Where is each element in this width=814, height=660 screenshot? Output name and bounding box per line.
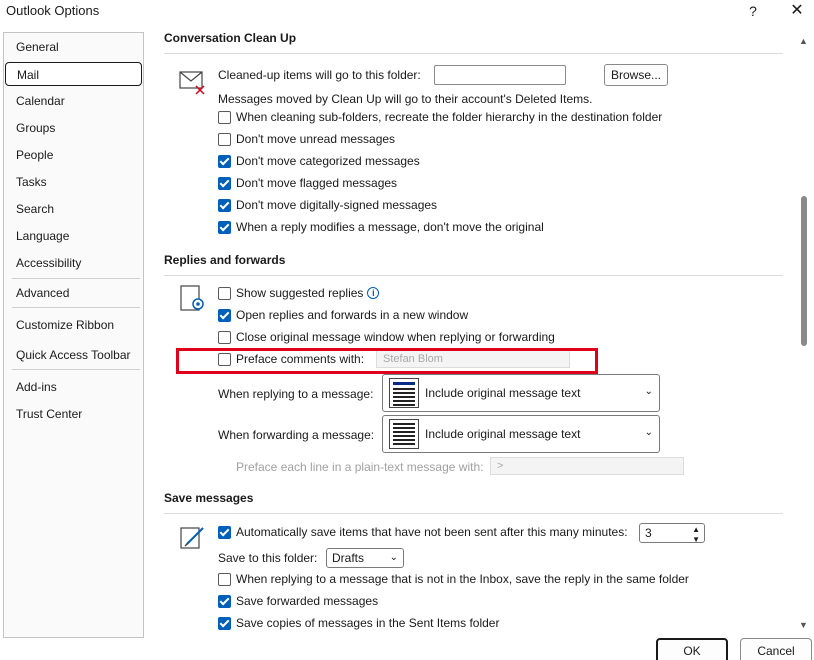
section-title-cleanup: Conversation Clean Up xyxy=(164,31,297,45)
checkbox[interactable] xyxy=(218,198,231,212)
checkbox[interactable] xyxy=(218,110,231,124)
sidebar-divider xyxy=(12,307,140,308)
save-folder-select[interactable]: Drafts ⌄ xyxy=(326,548,404,568)
sidebar: General Mail Calendar Groups People Task… xyxy=(3,32,144,638)
envelope-x-icon xyxy=(178,68,206,96)
checkbox[interactable] xyxy=(218,220,231,234)
option-autosave[interactable]: Automatically save items that have not b… xyxy=(218,523,628,541)
checkbox[interactable] xyxy=(218,572,231,586)
option-reply-same-folder[interactable]: When replying to a message that is not i… xyxy=(218,570,689,588)
vertical-scrollbar[interactable]: ▲ ▼ xyxy=(796,32,812,632)
option-flagged[interactable]: Don't move flagged messages xyxy=(218,174,397,192)
option-signed[interactable]: Don't move digitally-signed messages xyxy=(218,196,437,214)
sidebar-divider xyxy=(12,369,140,370)
document-icon xyxy=(389,378,419,408)
chevron-down-icon: ⌄ xyxy=(389,552,398,563)
section-divider xyxy=(164,275,783,276)
sidebar-item-add-ins[interactable]: Add-ins xyxy=(4,375,143,399)
plaintext-prefix-input[interactable]: > xyxy=(490,457,684,475)
sidebar-item-search[interactable]: Search xyxy=(4,197,143,221)
sidebar-item-customize-ribbon[interactable]: Customize Ribbon xyxy=(4,313,143,337)
save-folder-label: Save to this folder: xyxy=(218,551,318,565)
checkbox[interactable] xyxy=(218,308,231,322)
sidebar-item-tasks[interactable]: Tasks xyxy=(4,170,143,194)
sidebar-item-calendar[interactable]: Calendar xyxy=(4,89,143,113)
options-content: Conversation Clean Up Cleaned-up items w… xyxy=(146,22,796,638)
checkbox[interactable] xyxy=(218,616,231,630)
option-suggested-replies[interactable]: Show suggested replies i xyxy=(218,284,380,302)
checkbox[interactable] xyxy=(218,176,231,190)
option-recreate-hierarchy[interactable]: When cleaning sub-folders, recreate the … xyxy=(218,108,662,126)
section-divider xyxy=(164,53,783,54)
chevron-down-icon: ⌄ xyxy=(644,427,653,438)
sidebar-divider xyxy=(12,278,140,279)
scroll-down-icon[interactable]: ▼ xyxy=(799,620,808,630)
forwarding-value: Include original message text xyxy=(425,427,581,441)
chevron-down-icon[interactable]: ▼ xyxy=(692,531,700,549)
cleanup-folder-input[interactable] xyxy=(434,65,566,85)
forwarding-label: When forwarding a message: xyxy=(218,428,375,442)
sidebar-item-mail[interactable]: Mail xyxy=(5,62,142,86)
chevron-down-icon: ⌄ xyxy=(644,386,653,397)
checkbox[interactable] xyxy=(218,525,231,539)
ok-button[interactable]: OK xyxy=(656,638,728,660)
sidebar-item-general[interactable]: General xyxy=(4,35,143,59)
checkbox[interactable] xyxy=(218,594,231,608)
sidebar-item-accessibility[interactable]: Accessibility xyxy=(4,251,143,275)
checkbox[interactable] xyxy=(218,154,231,168)
scroll-up-icon[interactable]: ▲ xyxy=(799,36,808,46)
save-pencil-icon xyxy=(178,523,206,551)
option-reply-modifies[interactable]: When a reply modifies a message, don't m… xyxy=(218,218,544,236)
option-close-original[interactable]: Close original message window when reply… xyxy=(218,328,555,346)
sidebar-item-people[interactable]: People xyxy=(4,143,143,167)
cleanup-folder-label: Cleaned-up items will go to this folder: xyxy=(218,68,421,82)
scroll-thumb[interactable] xyxy=(801,196,807,346)
browse-button[interactable]: Browse... xyxy=(604,64,668,86)
sidebar-item-trust-center[interactable]: Trust Center xyxy=(4,402,143,426)
checkbox[interactable] xyxy=(218,286,231,300)
replying-label: When replying to a message: xyxy=(218,387,374,401)
window-title: Outlook Options xyxy=(6,3,100,18)
option-save-sent-copies[interactable]: Save copies of messages in the Sent Item… xyxy=(218,614,499,632)
cleanup-note: Messages moved by Clean Up will go to th… xyxy=(218,92,593,106)
document-icon xyxy=(389,419,419,449)
option-unread[interactable]: Don't move unread messages xyxy=(218,130,395,148)
sidebar-item-quick-access-toolbar[interactable]: Quick Access Toolbar xyxy=(4,343,143,367)
help-button[interactable]: ? xyxy=(744,1,762,21)
sidebar-item-groups[interactable]: Groups xyxy=(4,116,143,140)
replying-dropdown[interactable]: Include original message text ⌄ xyxy=(382,374,660,412)
autosave-minutes-spinner[interactable]: 3 ▲ ▼ xyxy=(639,523,705,544)
section-divider xyxy=(164,513,783,514)
reply-settings-icon xyxy=(178,284,206,312)
checkbox[interactable] xyxy=(218,132,231,146)
highlight-annotation xyxy=(176,348,598,374)
plaintext-prefix-label: Preface each line in a plain-text messag… xyxy=(236,460,484,474)
cancel-button[interactable]: Cancel xyxy=(740,638,812,660)
info-icon[interactable]: i xyxy=(367,287,380,299)
section-title-replies: Replies and forwards xyxy=(164,253,286,267)
replying-value: Include original message text xyxy=(425,386,581,400)
checkbox[interactable] xyxy=(218,330,231,344)
sidebar-item-advanced[interactable]: Advanced xyxy=(4,281,143,305)
sidebar-item-language[interactable]: Language xyxy=(4,224,143,248)
option-new-window[interactable]: Open replies and forwards in a new windo… xyxy=(218,306,468,324)
close-button[interactable]: ✕ xyxy=(786,0,808,22)
option-save-forwarded[interactable]: Save forwarded messages xyxy=(218,592,378,610)
section-title-save: Save messages xyxy=(164,491,254,505)
forwarding-dropdown[interactable]: Include original message text ⌄ xyxy=(382,415,660,453)
option-categorized[interactable]: Don't move categorized messages xyxy=(218,152,420,170)
